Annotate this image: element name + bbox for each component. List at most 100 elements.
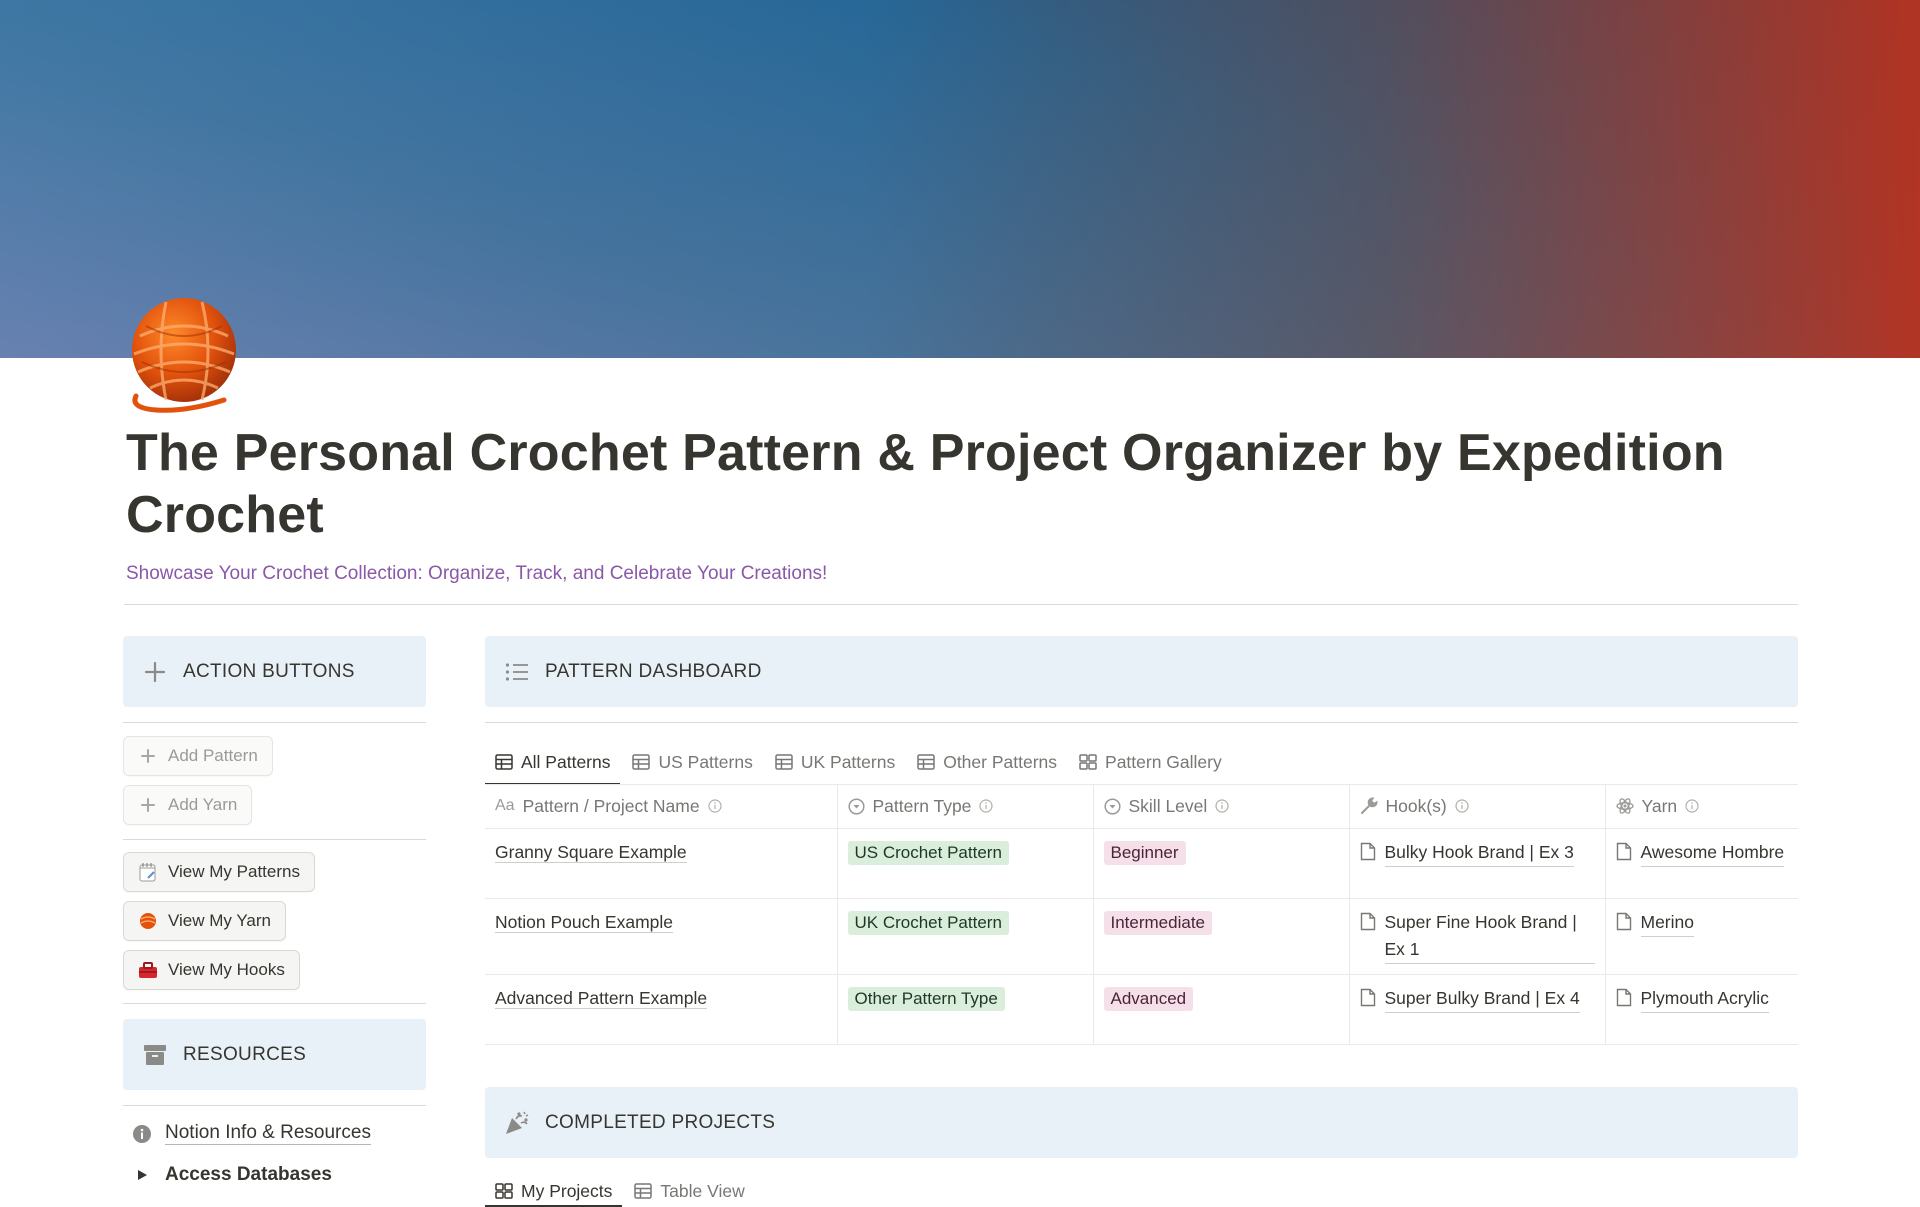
info-icon[interactable] xyxy=(1685,799,1699,813)
column-header-skill-level[interactable]: Skill Level xyxy=(1093,785,1350,829)
tab-label: Pattern Gallery xyxy=(1105,751,1222,772)
notepad-icon xyxy=(138,862,158,882)
skill-level-tag: Beginner xyxy=(1103,840,1186,865)
table-icon xyxy=(634,1183,653,1199)
pattern-dashboard-callout: PATTERN DASHBOARD xyxy=(485,636,1798,707)
cover-image xyxy=(0,0,1920,358)
cell-name[interactable]: Advanced Pattern Example xyxy=(485,974,838,1045)
tab-other-patterns[interactable]: Other Patterns xyxy=(907,740,1067,784)
row-title[interactable]: Advanced Pattern Example xyxy=(495,987,708,1009)
cell-name[interactable]: Notion Pouch Example xyxy=(485,898,838,975)
tab-label: Other Patterns xyxy=(943,751,1058,772)
view-my-yarn-label: View My Yarn xyxy=(168,911,271,930)
hook-link[interactable]: Super Fine Hook Brand | Ex 1 xyxy=(1384,909,1595,964)
cell-pattern-type[interactable]: UK Crochet Pattern xyxy=(837,898,1094,975)
info-icon[interactable] xyxy=(1215,799,1229,813)
pattern-type-tag: UK Crochet Pattern xyxy=(847,910,1009,935)
yarn-link[interactable]: Awesome Hombre xyxy=(1640,839,1785,867)
info-icon[interactable] xyxy=(1455,799,1469,813)
info-icon[interactable] xyxy=(979,799,994,813)
skill-level-tag: Advanced xyxy=(1103,986,1194,1011)
page-title: The Personal Crochet Pattern & Project O… xyxy=(126,424,1725,544)
pattern-dashboard-heading: PATTERN DASHBOARD xyxy=(545,660,762,682)
patterns-table: Aa Pattern / Project Name Pattern Type S… xyxy=(485,785,1798,1045)
view-tabs: All Patterns US Patterns UK Patterns Oth… xyxy=(485,740,1234,785)
tab-label: All Patterns xyxy=(521,751,611,772)
tab-label: My Projects xyxy=(521,1180,613,1201)
view-my-patterns-button[interactable]: View My Patterns xyxy=(123,852,315,892)
info-icon xyxy=(131,1124,153,1144)
tab-label: US Patterns xyxy=(658,751,753,772)
cell-pattern-type[interactable]: US Crochet Pattern xyxy=(837,828,1094,899)
tab-label: UK Patterns xyxy=(800,751,896,772)
yarn-ball-icon[interactable] xyxy=(126,296,240,414)
divider xyxy=(124,604,1798,605)
table-row[interactable]: Granny Square Example US Crochet Pattern… xyxy=(485,828,1798,899)
table-icon xyxy=(632,754,651,770)
cell-name[interactable]: Granny Square Example xyxy=(485,828,838,899)
row-title[interactable]: Notion Pouch Example xyxy=(495,911,674,933)
add-yarn-label: Add Yarn xyxy=(168,795,238,814)
divider xyxy=(123,1003,426,1004)
yarn-ball-icon xyxy=(138,911,158,931)
column-label: Skill Level xyxy=(1128,795,1208,816)
divider xyxy=(123,839,426,840)
hook-link[interactable]: Bulky Hook Brand | Ex 3 xyxy=(1384,839,1574,867)
column-label: Hook(s) xyxy=(1385,795,1447,816)
row-title[interactable]: Granny Square Example xyxy=(495,841,687,863)
cell-hooks[interactable]: Bulky Hook Brand | Ex 3 xyxy=(1349,828,1606,899)
tab-label: Table View xyxy=(660,1180,745,1201)
gallery-icon xyxy=(495,1183,513,1199)
info-icon[interactable] xyxy=(708,799,722,813)
table-row[interactable]: Advanced Pattern Example Other Pattern T… xyxy=(485,974,1798,1045)
cell-skill-level[interactable]: Beginner xyxy=(1093,828,1350,899)
pattern-type-tag: US Crochet Pattern xyxy=(847,840,1009,865)
cell-yarn[interactable]: Awesome Hombre xyxy=(1605,828,1798,899)
cell-hooks[interactable]: Super Fine Hook Brand | Ex 1 xyxy=(1349,898,1606,975)
cell-hooks[interactable]: Super Bulky Brand | Ex 4 xyxy=(1349,974,1606,1045)
resources-heading: RESOURCES xyxy=(183,1043,307,1065)
bulleted-list-icon xyxy=(503,658,531,686)
page-icon xyxy=(1360,842,1376,869)
notion-info-label: Notion Info & Resources xyxy=(165,1122,371,1145)
atom-icon xyxy=(1615,797,1634,815)
tab-uk-patterns[interactable]: UK Patterns xyxy=(765,740,905,784)
yarn-link[interactable]: Plymouth Acrylic xyxy=(1640,985,1769,1013)
tab-pattern-gallery[interactable]: Pattern Gallery xyxy=(1069,740,1232,784)
column-header-yarn[interactable]: Yarn xyxy=(1605,785,1798,829)
yarn-link[interactable]: Merino xyxy=(1640,909,1694,937)
divider xyxy=(123,722,426,723)
cell-skill-level[interactable]: Intermediate xyxy=(1093,898,1350,975)
add-pattern-button[interactable]: Add Pattern xyxy=(123,736,273,776)
column-label: Pattern / Project Name xyxy=(522,795,700,816)
view-my-hooks-button[interactable]: View My Hooks xyxy=(123,950,300,990)
table-icon xyxy=(917,754,935,770)
cell-yarn[interactable]: Plymouth Acrylic xyxy=(1605,974,1798,1045)
page-icon xyxy=(1616,988,1632,1015)
view-my-patterns-label: View My Patterns xyxy=(168,862,300,881)
tab-table-view[interactable]: Table View xyxy=(624,1176,754,1206)
resources-callout: RESOURCES xyxy=(123,1019,426,1090)
action-buttons-heading: ACTION BUTTONS xyxy=(183,660,355,682)
cell-yarn[interactable]: Merino xyxy=(1605,898,1798,975)
column-header-pattern-type[interactable]: Pattern Type xyxy=(837,785,1094,829)
plus-icon xyxy=(138,795,158,815)
view-my-yarn-button[interactable]: View My Yarn xyxy=(123,901,286,941)
hook-link[interactable]: Super Bulky Brand | Ex 4 xyxy=(1384,985,1580,1013)
triangle-right-icon[interactable] xyxy=(131,1169,153,1181)
toolbox-icon xyxy=(138,960,158,980)
column-label: Yarn xyxy=(1641,795,1678,816)
column-header-hooks[interactable]: Hook(s) xyxy=(1349,785,1606,829)
tab-all-patterns[interactable]: All Patterns xyxy=(485,740,621,785)
select-property-icon xyxy=(847,798,865,815)
tab-us-patterns[interactable]: US Patterns xyxy=(622,740,762,784)
add-yarn-button[interactable]: Add Yarn xyxy=(123,785,253,825)
column-header-name[interactable]: Aa Pattern / Project Name xyxy=(485,785,838,829)
notion-info-link[interactable]: Notion Info & Resources xyxy=(131,1122,371,1145)
tab-my-projects[interactable]: My Projects xyxy=(485,1176,623,1207)
table-row[interactable]: Notion Pouch Example UK Crochet Pattern … xyxy=(485,898,1798,975)
cell-pattern-type[interactable]: Other Pattern Type xyxy=(837,974,1094,1045)
cell-skill-level[interactable]: Advanced xyxy=(1093,974,1350,1045)
access-databases-toggle[interactable]: Access Databases xyxy=(131,1164,332,1186)
party-popper-icon xyxy=(503,1109,531,1137)
